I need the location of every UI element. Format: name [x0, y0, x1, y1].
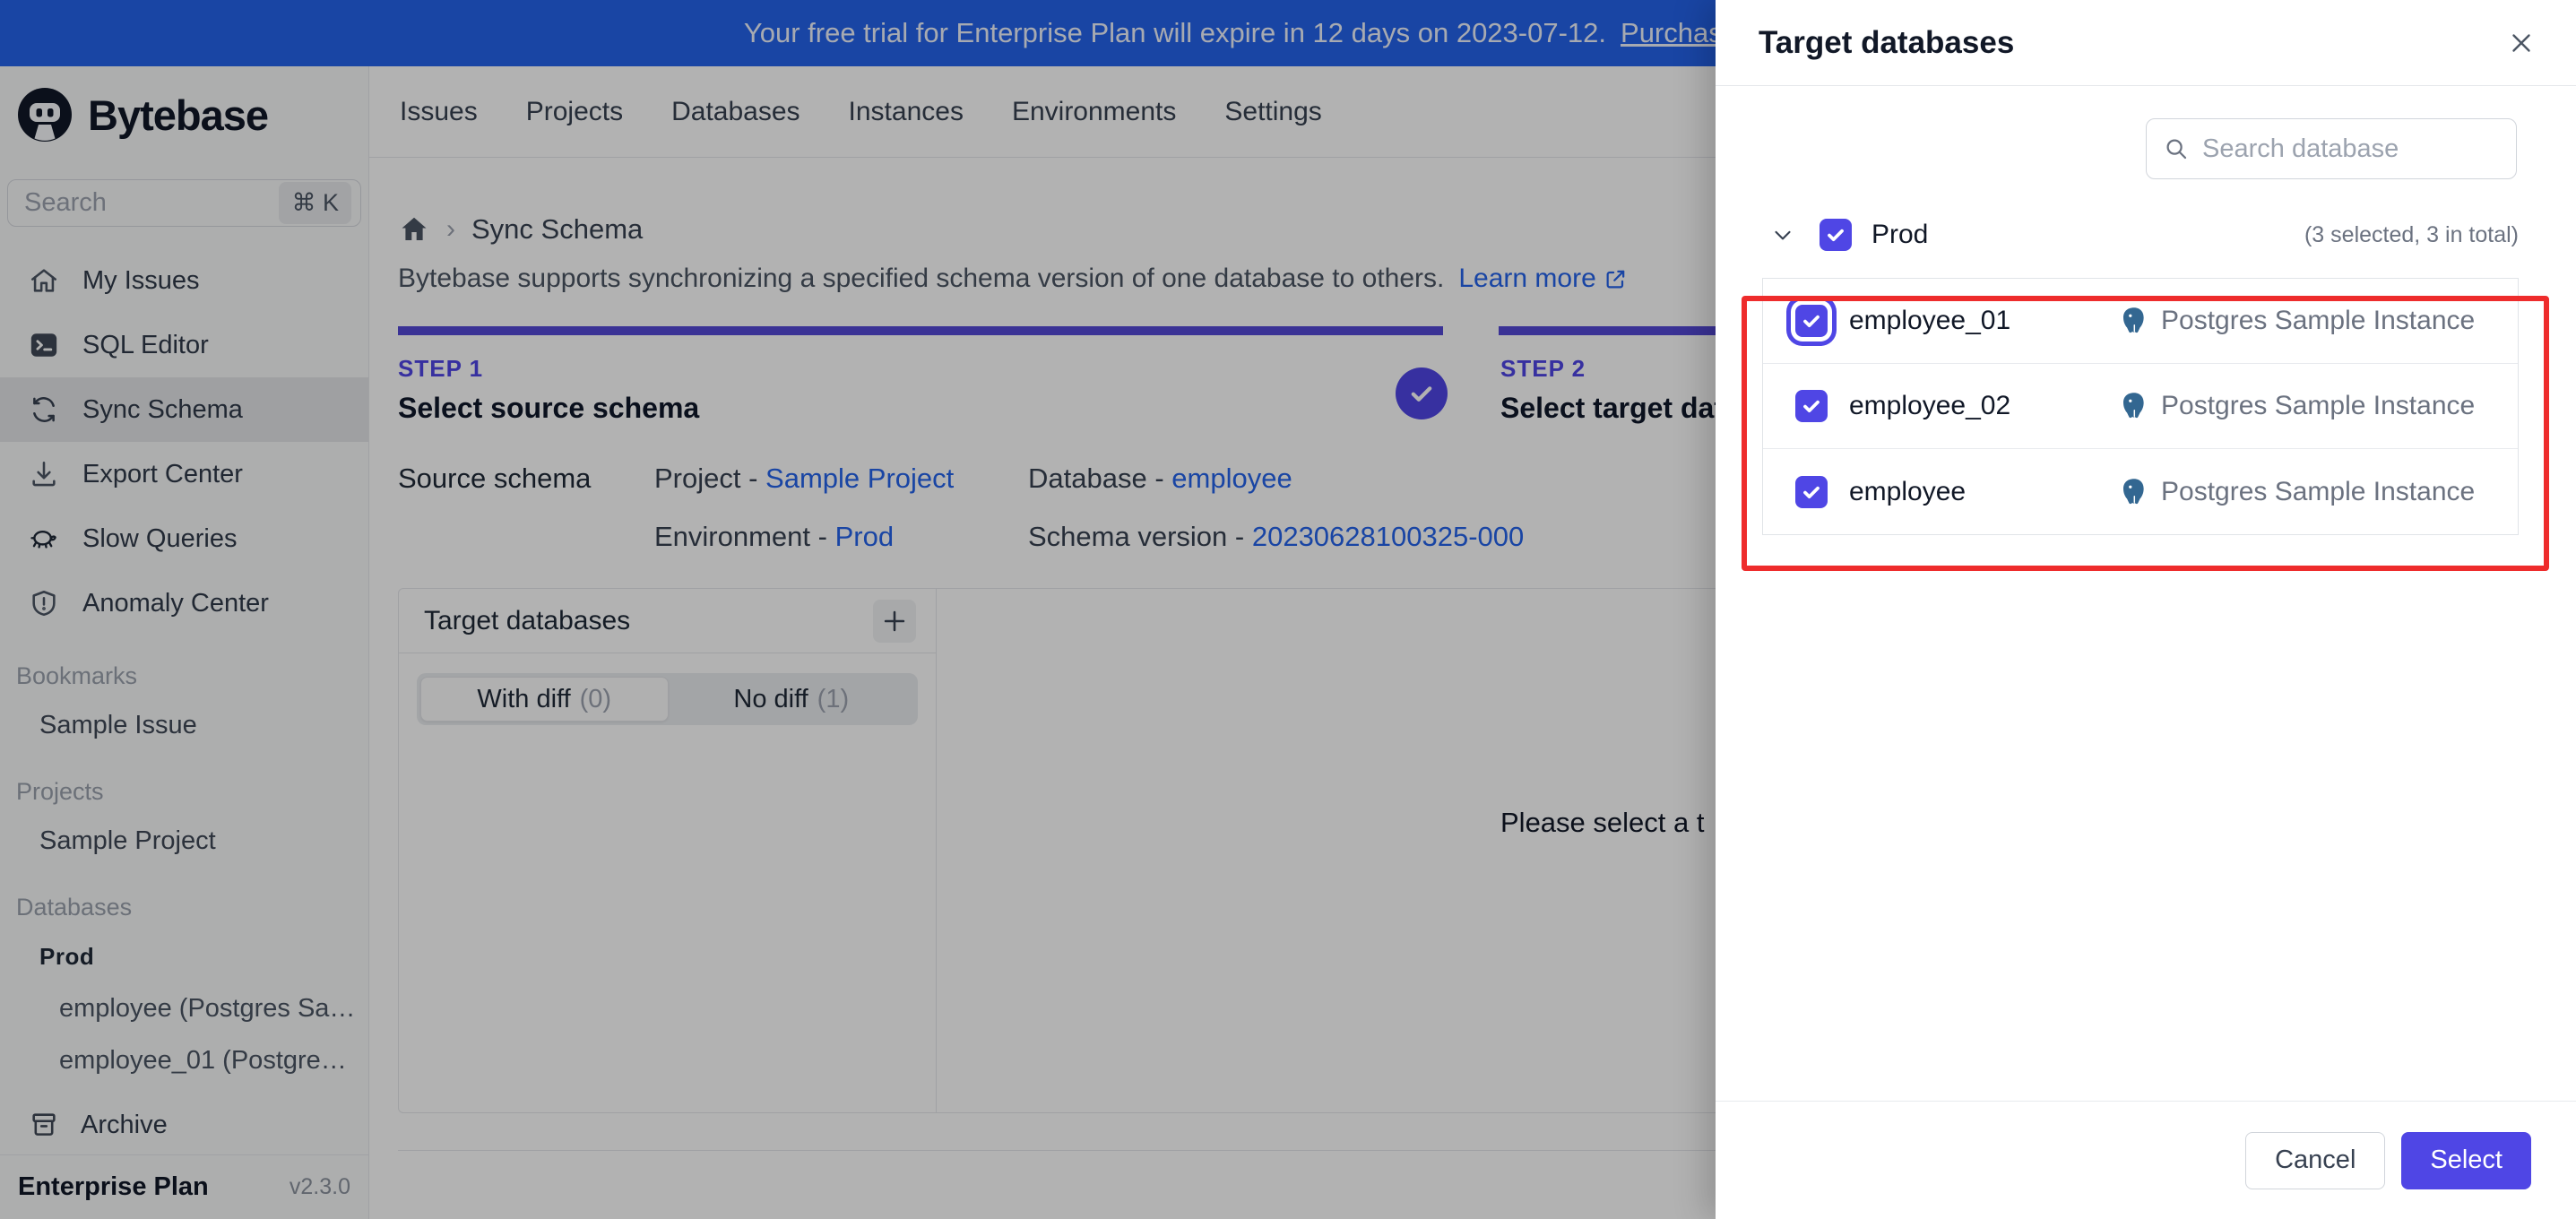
selection-summary: (3 selected, 3 in total) — [2304, 221, 2519, 247]
target-databases-drawer: Target databases Prod (3 selected, 3 in … — [1716, 0, 2576, 1219]
database-search-box[interactable] — [2146, 118, 2517, 179]
environment-group-name: Prod — [1871, 220, 1929, 249]
database-search-input[interactable] — [2202, 134, 2489, 164]
chevron-down-icon[interactable] — [1769, 221, 1796, 248]
environment-group-row: Prod (3 selected, 3 in total) — [1716, 219, 2576, 251]
drawer-footer: Cancel Select — [1716, 1101, 2576, 1219]
close-icon[interactable] — [2506, 28, 2537, 58]
select-button[interactable]: Select — [2401, 1131, 2531, 1189]
drawer-search-row — [1716, 86, 2576, 179]
red-annotation-box — [1742, 296, 2549, 571]
search-icon — [2163, 135, 2190, 162]
cancel-button[interactable]: Cancel — [2245, 1131, 2386, 1189]
prod-group-checkbox[interactable] — [1820, 219, 1852, 251]
drawer-header: Target databases — [1716, 0, 2576, 86]
modal-backdrop — [0, 0, 1716, 1219]
drawer-title: Target databases — [1759, 24, 2015, 60]
